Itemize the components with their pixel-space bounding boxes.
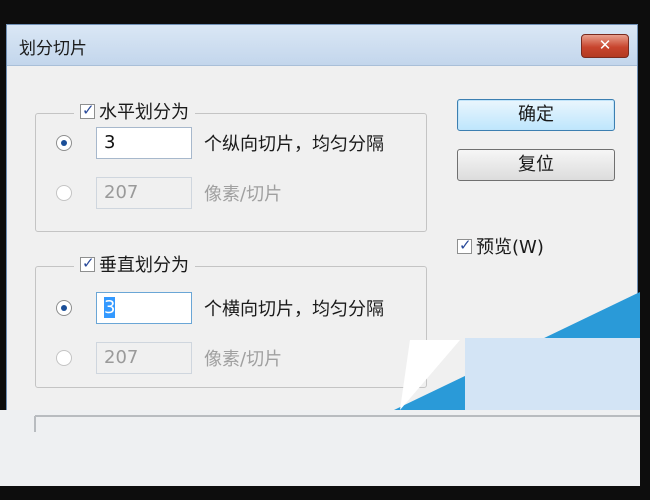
vertical-pixel-label: 像素/切片 bbox=[204, 349, 283, 370]
horizontal-pixel-label: 像素/切片 bbox=[204, 184, 283, 205]
horizontal-pixel-value: 207 bbox=[104, 182, 139, 203]
checkmark-icon: ✓ bbox=[459, 235, 472, 254]
horizontal-pixel-radio[interactable] bbox=[56, 185, 72, 201]
preview-label: 预览(W) bbox=[476, 237, 544, 258]
vertical-count-value: 3 bbox=[104, 297, 116, 318]
checkbox-box[interactable]: ✓ bbox=[80, 100, 95, 119]
slice-dialog: 划分切片 ✕ ✓ 水平划分为 3 个纵向切片，均匀分隔 207 像素/切片 ✓ … bbox=[6, 24, 638, 486]
horizontal-pixel-row: 207 像素/切片 bbox=[56, 176, 282, 210]
vertical-pixel-radio[interactable] bbox=[56, 350, 72, 366]
vertical-count-input[interactable]: 3 bbox=[96, 292, 192, 324]
preview-checkbox[interactable]: ✓ 预览(W) bbox=[457, 233, 544, 259]
horizontal-pixel-input[interactable]: 207 bbox=[96, 177, 192, 209]
vertical-pixel-input[interactable]: 207 bbox=[96, 342, 192, 374]
horizontal-divide-label: 水平划分为 bbox=[99, 102, 189, 123]
vertical-divide-checkbox[interactable]: ✓ 垂直划分为 bbox=[74, 251, 195, 277]
horizontal-count-input[interactable]: 3 bbox=[96, 127, 192, 159]
vertical-divide-group: ✓ 垂直划分为 3 个横向切片，均匀分隔 207 像素/切片 bbox=[35, 251, 427, 388]
ok-button[interactable]: 确定 bbox=[457, 99, 615, 131]
checkmark-icon: ✓ bbox=[82, 253, 95, 272]
vertical-count-row: 3 个横向切片，均匀分隔 bbox=[56, 291, 384, 325]
close-button[interactable]: ✕ bbox=[581, 34, 629, 58]
horizontal-count-label: 个纵向切片，均匀分隔 bbox=[204, 134, 384, 155]
checkbox-box[interactable]: ✓ bbox=[457, 235, 472, 254]
horizontal-count-value: 3 bbox=[104, 132, 116, 153]
horizontal-count-row: 3 个纵向切片，均匀分隔 bbox=[56, 126, 384, 160]
vertical-count-label: 个横向切片，均匀分隔 bbox=[204, 299, 384, 320]
checkmark-icon: ✓ bbox=[82, 100, 95, 119]
vertical-divide-label: 垂直划分为 bbox=[99, 255, 189, 276]
vertical-pixel-row: 207 像素/切片 bbox=[56, 341, 282, 375]
vertical-count-radio[interactable] bbox=[56, 300, 72, 316]
checkbox-box[interactable]: ✓ bbox=[80, 253, 95, 272]
horizontal-divide-checkbox[interactable]: ✓ 水平划分为 bbox=[74, 98, 195, 124]
close-icon: ✕ bbox=[598, 36, 612, 54]
horizontal-count-radio[interactable] bbox=[56, 135, 72, 151]
vertical-pixel-value: 207 bbox=[104, 347, 139, 368]
dialog-title: 划分切片 bbox=[19, 39, 87, 59]
horizontal-divide-group: ✓ 水平划分为 3 个纵向切片，均匀分隔 207 像素/切片 bbox=[35, 98, 427, 232]
title-bar[interactable]: 划分切片 ✕ bbox=[7, 25, 637, 66]
reset-button[interactable]: 复位 bbox=[457, 149, 615, 181]
